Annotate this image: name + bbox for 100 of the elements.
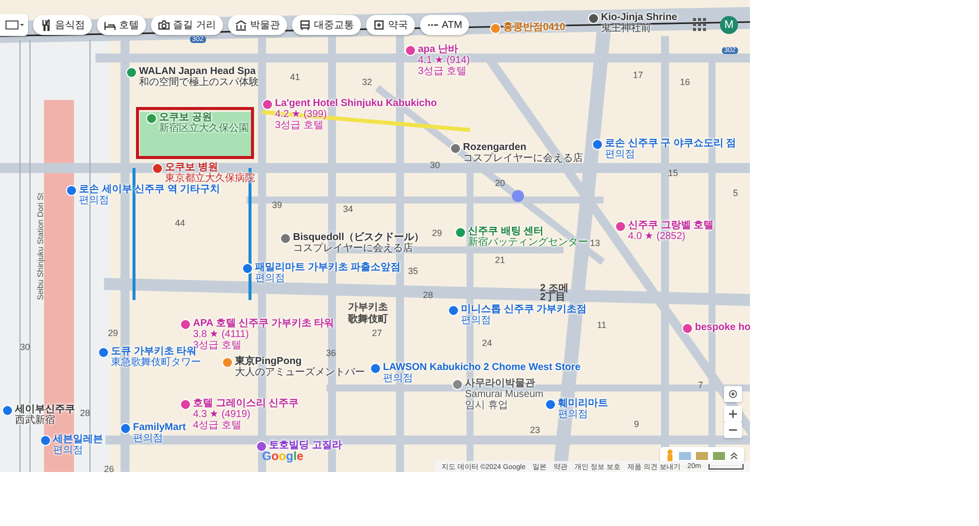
place-detail: 편의점 (461, 315, 491, 326)
block-number: 35 (408, 266, 418, 276)
zoom-in-button[interactable] (724, 406, 742, 422)
block-number: 41 (290, 72, 300, 82)
place-name[interactable]: 패밀리마트 가부키초 파출소앞점 (255, 262, 401, 273)
block-number: 39 (272, 200, 282, 210)
block-number: 32 (362, 77, 372, 87)
place-name[interactable]: 미니스톱 신주쿠 가부키초점 (461, 304, 587, 315)
block-number: 29 (432, 228, 442, 238)
area-label: 歌舞伎町 (348, 312, 388, 326)
block-number: 13 (590, 238, 600, 248)
map-type-thumbnail[interactable] (696, 452, 708, 460)
category-chip[interactable]: 즐길 거리 (151, 15, 223, 35)
category-chip[interactable]: 호텔 (97, 15, 146, 35)
place-name[interactable]: 東京PingPong (235, 356, 302, 367)
place-detail: 편의점 (133, 433, 163, 444)
place-detail: 4.3 ★ (4919) (193, 409, 250, 420)
street-label: Seibu Shinjuku Station Dori St (36, 192, 45, 300)
place-name[interactable]: Bisquedoll（ビスクドール） (293, 232, 424, 243)
place-detail: 편의점 (53, 445, 83, 456)
block-number: 34 (343, 204, 354, 214)
place-detail: 편의점 (79, 195, 109, 206)
block-number: 24 (482, 338, 492, 348)
google-logo: Google (262, 449, 304, 463)
place-name[interactable]: Kio-Jinja Shrine (601, 12, 678, 23)
location-target-icon (728, 389, 738, 399)
map-type-thumbnail[interactable] (713, 452, 725, 460)
zoom-out-button[interactable] (724, 422, 742, 438)
museum-icon (234, 19, 247, 31)
block-number: 30 (20, 342, 30, 352)
place-name[interactable]: 훼미리마트 (558, 398, 608, 409)
block-number: 7 (698, 380, 704, 390)
my-location-button[interactable] (724, 386, 742, 402)
place-name[interactable]: 세븐일레븐 (53, 434, 103, 445)
block-number: 23 (530, 425, 540, 435)
place-name[interactable]: 오쿠보 공원 (159, 112, 212, 123)
category-chip[interactable]: 약국 (366, 15, 415, 35)
block-number: 15 (668, 168, 678, 178)
bus-icon (298, 19, 311, 31)
place-name[interactable]: LAWSON Kabukicho 2 Chome West Store (383, 362, 581, 373)
bed-icon (104, 19, 116, 31)
block-number: 36 (326, 348, 336, 358)
place-name[interactable]: 신주쿠 배팅 센터 (468, 226, 544, 237)
place-detail: Samurai Museum (465, 389, 544, 400)
map-type-thumbnail[interactable] (679, 452, 691, 460)
category-chip[interactable]: 대중교통 (292, 15, 361, 35)
place-detail: 3.8 ★ (4111) (193, 329, 249, 340)
block-number: 20 (495, 178, 506, 188)
block-number: 30 (430, 160, 440, 170)
place-name[interactable]: 세이부신주쿠 (15, 404, 75, 415)
chevron-up-icon[interactable] (730, 452, 738, 460)
plus-icon (372, 19, 385, 31)
place-name[interactable]: Rozengarden (463, 142, 526, 153)
place-name[interactable]: apa 난바 (418, 44, 458, 55)
place-detail: コスプレイヤーに会える店 (293, 243, 413, 254)
block-number: 16 (680, 77, 690, 87)
place-detail: 大人のアミューズメントバー (235, 367, 365, 378)
block-number: 28 (423, 290, 434, 300)
place-name[interactable]: 로손 신주쿠 구 야쿠쇼도리 점 (605, 138, 736, 149)
place-detail: 新宿バッティングセンター (468, 237, 588, 248)
place-name[interactable]: WALAN Japan Head Spa (139, 66, 256, 77)
block-number: 21 (495, 255, 506, 265)
place-detail: 4성급 호텔 (193, 420, 242, 431)
category-chip[interactable]: 박물관 (228, 15, 287, 35)
scale-bar-icon (708, 464, 744, 470)
place-name[interactable]: bespoke ho (695, 322, 750, 333)
place-name[interactable]: 오쿠보 병원 (165, 162, 218, 173)
place-detail: 3성급 호텔 (418, 66, 466, 77)
place-name[interactable]: La'gent Hotel Shinjuku Kabukicho (275, 98, 437, 109)
apps-grid-icon[interactable] (693, 18, 707, 32)
place-name[interactable]: 호텔 그레이스리 신주쿠 (193, 398, 299, 409)
place-detail: 임시 휴업 (465, 400, 508, 411)
place-detail: 3성급 호텔 (275, 120, 324, 131)
place-detail: コスプレイヤーに会える店 (463, 153, 583, 164)
category-chip[interactable]: 음식점 (33, 15, 92, 35)
block-number: 27 (372, 328, 382, 338)
place-detail: 新宿区立大久保公園 (159, 123, 249, 134)
place-detail: 편의점 (558, 409, 588, 420)
block-number: 5 (733, 188, 738, 198)
place-detail: 편의점 (605, 149, 635, 160)
place-detail: 和の空間で極上のスパ体験 (139, 77, 259, 88)
layers-button[interactable] (0, 14, 28, 36)
place-detail: 편의점 (255, 273, 285, 284)
plus-icon (729, 410, 737, 418)
place-name[interactable]: 신주쿠 그랑벨 호텔 (628, 220, 714, 231)
place-detail: 4.0 ★ (2852) (628, 231, 686, 242)
place-name[interactable]: APA 호텔 신주쿠 가부키초 타워 (193, 318, 334, 329)
area-label: 가부키초 (348, 301, 388, 314)
place-detail: 편의점 (383, 373, 413, 384)
place-detail: 鬼王神社前 (601, 23, 651, 34)
block-number: 29 (108, 328, 118, 338)
place-name[interactable]: 토호빌딩 고질라 (269, 440, 342, 451)
place-name[interactable]: FamilyMart (133, 422, 186, 433)
block-number: 17 (633, 70, 644, 80)
category-chip[interactable]: ATM (420, 15, 470, 35)
place-name[interactable]: 사무라이박물관 (465, 378, 535, 389)
block-number: 28 (80, 408, 90, 418)
place-detail: 4.1 ★ (914) (418, 55, 470, 66)
camera-icon (158, 19, 170, 31)
place-detail: 東急歌舞伎町タワー (111, 357, 201, 368)
